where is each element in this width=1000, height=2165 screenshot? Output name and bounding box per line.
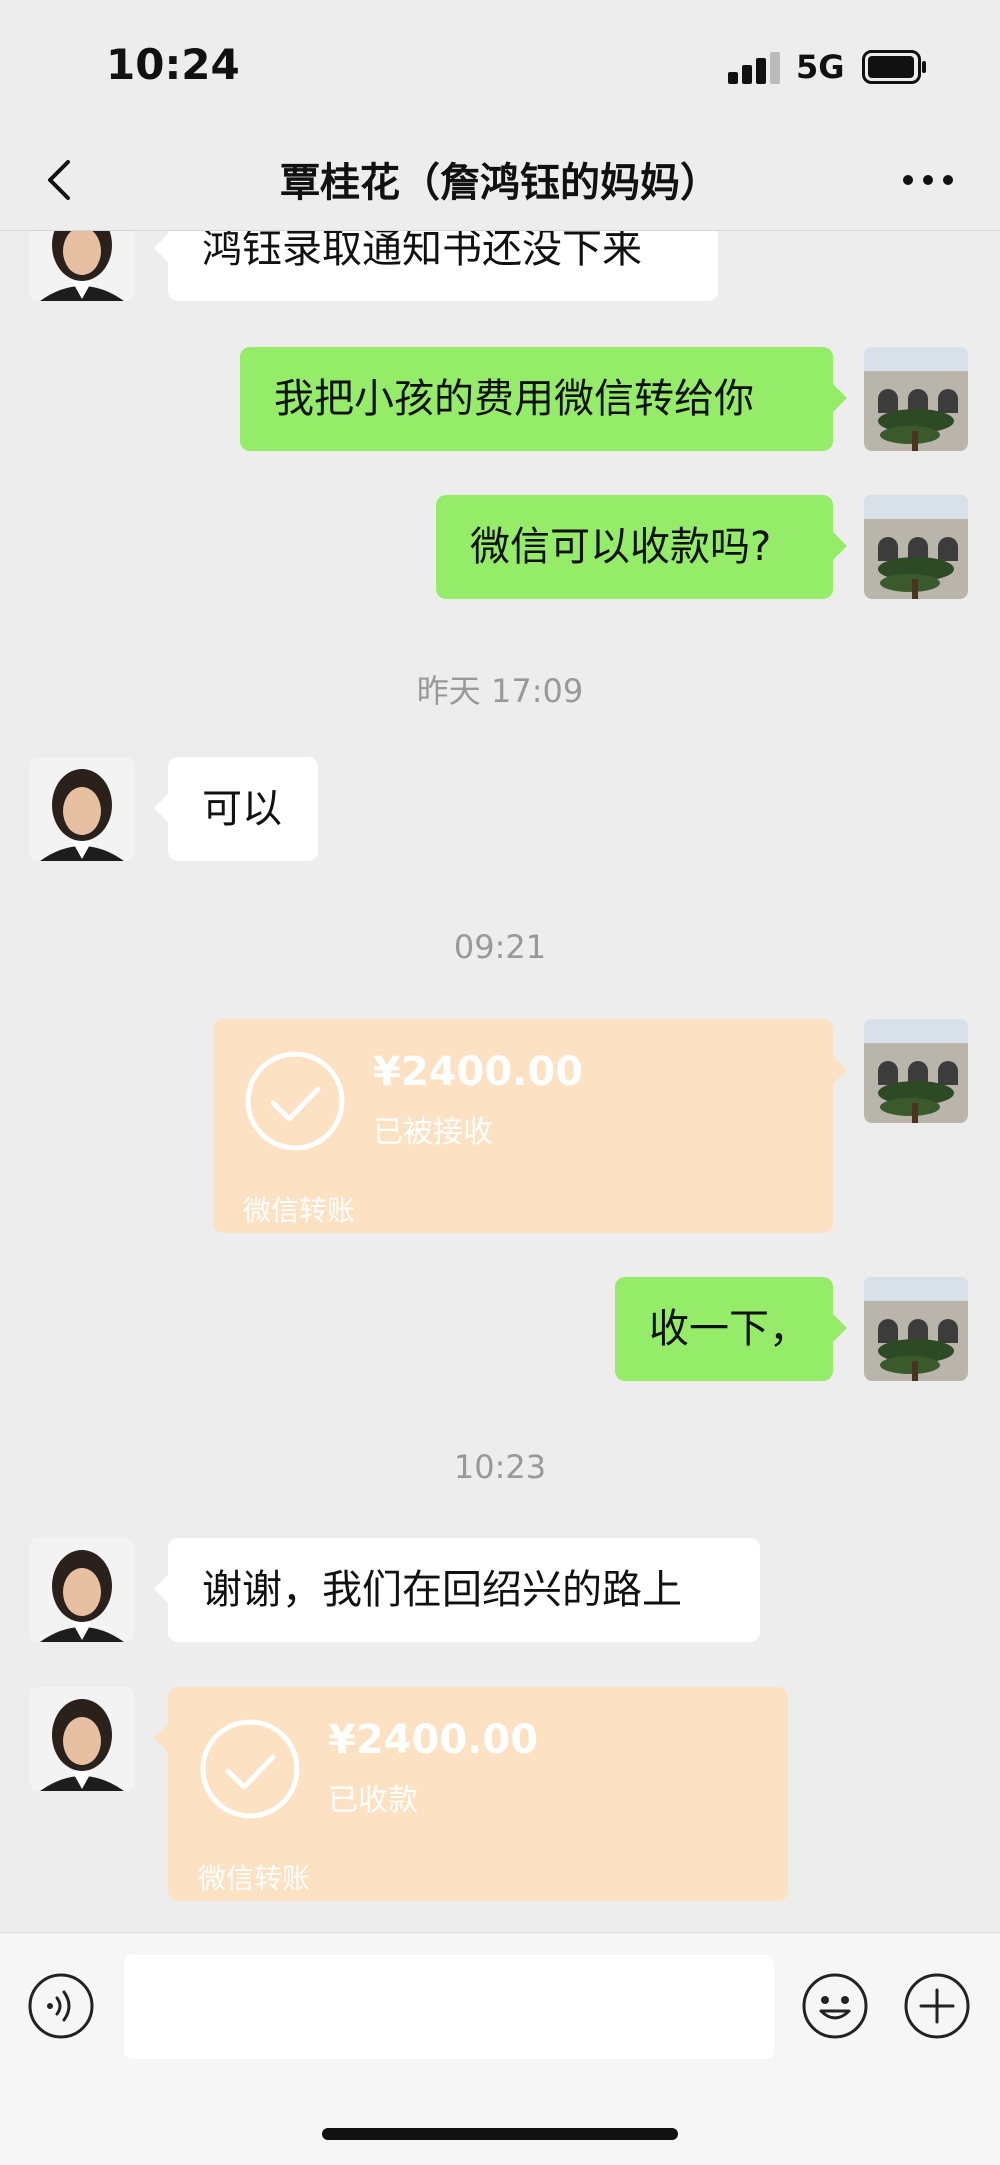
contact-avatar[interactable] [30, 1538, 134, 1642]
timestamp: 09:21 [453, 928, 547, 966]
transfer-status: 已被接收 [373, 1115, 493, 1150]
network-type: 5G [796, 48, 845, 86]
contact-avatar[interactable] [30, 231, 134, 301]
message-list[interactable]: 鸿钰录取通知书还没下来 我把小孩的费用微信转给你 微信可以收款吗? 昨天 17:… [0, 231, 1000, 1931]
transfer-status: 已收款 [328, 1783, 418, 1818]
status-bar: 10:24 5G [0, 0, 1000, 130]
transfer-card-outgoing[interactable]: ¥2400.00 已被接收 微信转账 [213, 1019, 847, 1233]
transfer-label: 微信转账 [198, 1862, 311, 1895]
message-bubble-incoming[interactable]: 鸿钰录取通知书还没下来 [154, 231, 718, 301]
message-bubble-outgoing[interactable]: 微信可以收款吗? [436, 495, 847, 599]
status-time: 10:24 [106, 40, 240, 89]
my-avatar[interactable] [864, 495, 968, 599]
transfer-label: 微信转账 [243, 1194, 356, 1227]
check-circle-icon [245, 1051, 345, 1151]
home-indicator[interactable] [322, 2128, 678, 2140]
message-bubble-outgoing[interactable]: 收一下， [615, 1277, 847, 1381]
signal-icon [728, 52, 784, 84]
chat-header: 覃桂花（詹鸿钰的妈妈） [0, 130, 1000, 231]
check-circle-icon [200, 1719, 300, 1819]
transfer-amount: ¥2400.00 [373, 1049, 584, 1095]
battery-icon [862, 50, 926, 84]
message-input[interactable] [124, 1955, 774, 2059]
transfer-amount: ¥2400.00 [328, 1717, 539, 1763]
my-avatar[interactable] [864, 347, 968, 451]
my-avatar[interactable] [864, 1277, 968, 1381]
message-bubble-incoming[interactable]: 谢谢，我们在回绍兴的路上 [154, 1538, 760, 1642]
plus-icon[interactable] [904, 1973, 970, 2039]
emoji-icon[interactable] [802, 1973, 868, 2039]
my-avatar[interactable] [864, 1019, 968, 1123]
contact-avatar[interactable] [30, 1687, 134, 1791]
contact-avatar[interactable] [30, 757, 134, 861]
timestamp: 昨天 17:09 [416, 672, 584, 710]
voice-icon[interactable] [28, 1973, 94, 2039]
message-bubble-outgoing[interactable]: 我把小孩的费用微信转给你 [240, 347, 847, 451]
timestamp: 10:23 [453, 1448, 547, 1486]
message-bubble-incoming[interactable]: 可以 [154, 757, 318, 861]
transfer-card-incoming[interactable]: ¥2400.00 已收款 微信转账 [154, 1687, 788, 1901]
more-options-icon[interactable] [900, 168, 956, 192]
chat-title: 覃桂花（詹鸿钰的妈妈） [280, 160, 720, 206]
